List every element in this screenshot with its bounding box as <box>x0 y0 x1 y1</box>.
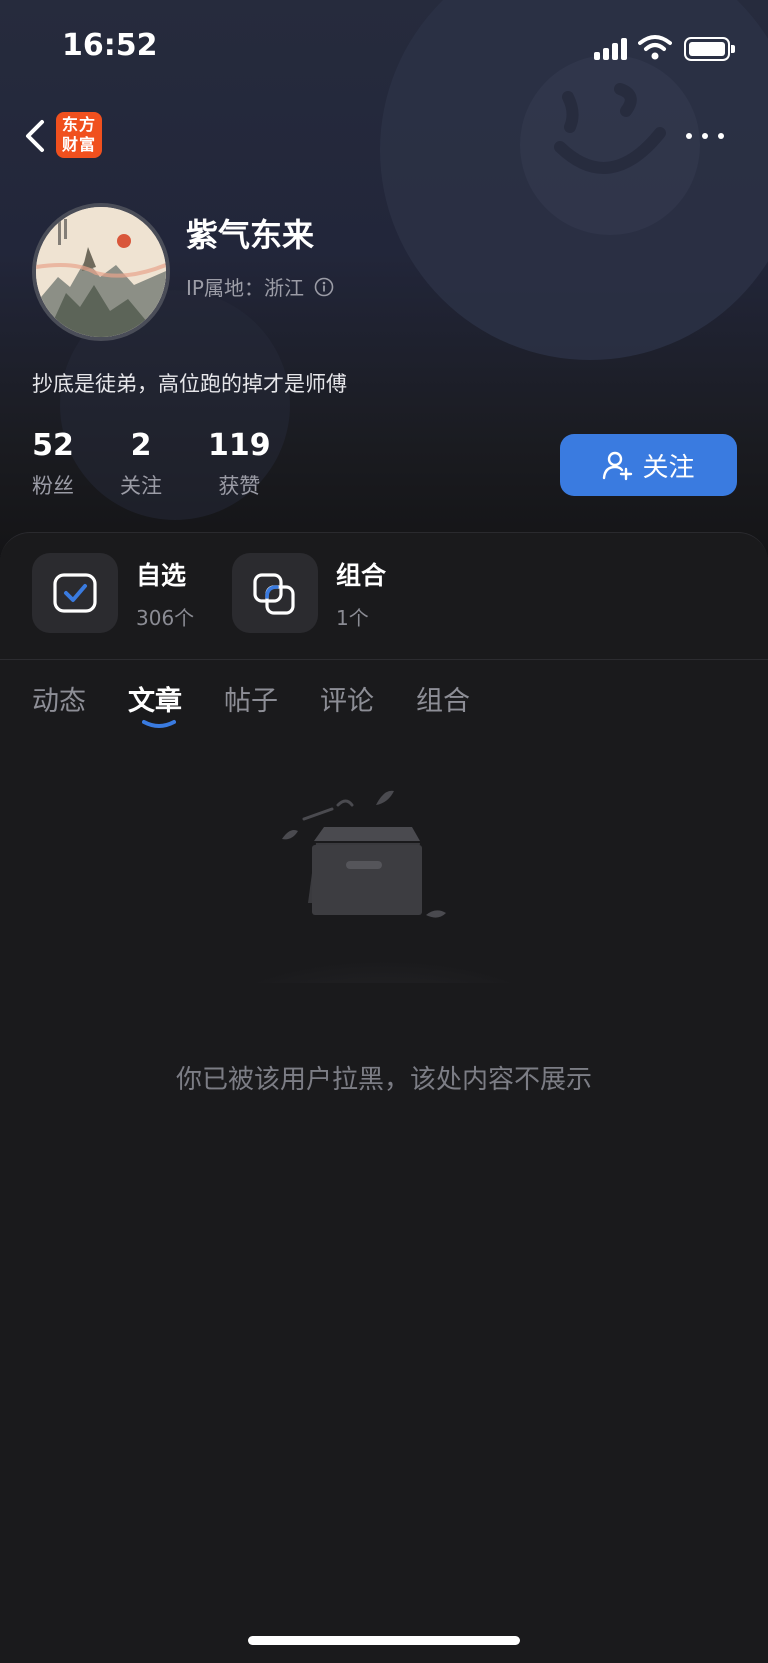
quick-link-title: 自选 <box>136 560 187 590</box>
tab-comments[interactable]: 评论 <box>320 679 374 718</box>
app-logo[interactable]: 东方 财富 <box>56 112 102 158</box>
tab-posts[interactable]: 帖子 <box>224 679 278 718</box>
home-indicator[interactable] <box>248 1636 520 1645</box>
battery-icon <box>684 37 735 61</box>
empty-state-message: 你已被该用户拉黑，该处内容不展示 <box>175 1065 592 1095</box>
status-bar: 16:52 <box>0 0 768 100</box>
content-card: 自选 306个 组合 1个 动态 文章 帖子 评论 组合 你已被该用户拉黑，该处… <box>0 532 768 1663</box>
stat-value: 52 <box>32 428 74 463</box>
follow-button-label: 关注 <box>642 452 695 483</box>
stat-following[interactable]: 2 关注 <box>120 428 162 500</box>
logo-text-line1: 东方 <box>61 115 96 134</box>
back-icon[interactable] <box>16 112 56 160</box>
stat-value: 2 <box>130 428 152 463</box>
stat-likes[interactable]: 119 获赞 <box>208 428 271 500</box>
active-tab-indicator <box>142 720 176 728</box>
quick-link-title: 组合 <box>336 560 387 590</box>
avatar[interactable] <box>32 203 170 341</box>
checkbox-icon <box>32 553 118 633</box>
divider <box>0 659 768 660</box>
username: 紫气东来 <box>186 216 315 254</box>
tab-portfolio[interactable]: 组合 <box>416 679 470 718</box>
add-user-icon <box>603 451 633 481</box>
stat-followers[interactable]: 52 粉丝 <box>32 428 74 500</box>
quick-link-portfolio[interactable]: 组合 1个 <box>232 553 386 633</box>
stat-value: 119 <box>208 428 271 463</box>
stat-label: 关注 <box>120 474 162 498</box>
quick-link-watchlist[interactable]: 自选 306个 <box>32 553 194 633</box>
tab-articles[interactable]: 文章 <box>128 679 182 728</box>
logo-text-line2: 财富 <box>61 135 96 154</box>
more-options-icon[interactable] <box>680 122 730 150</box>
empty-box-illustration <box>244 790 524 983</box>
user-bio: 抄底是徒弟，高位跑的掉才是师傅 <box>32 372 347 396</box>
tab-bar: 动态 文章 帖子 评论 组合 <box>32 679 512 728</box>
stat-label: 获赞 <box>218 474 261 498</box>
ip-location: IP属地：浙江 <box>186 276 304 300</box>
stat-label: 粉丝 <box>32 474 74 498</box>
status-time: 16:52 <box>62 28 158 63</box>
info-icon[interactable] <box>314 277 334 297</box>
stats-row: 52 粉丝 2 关注 119 获赞 <box>32 428 317 500</box>
tab-label: 文章 <box>128 686 182 717</box>
ip-location-row: IP属地：浙江 <box>186 272 334 301</box>
wifi-icon <box>638 35 672 60</box>
quick-link-count: 1个 <box>336 605 369 630</box>
follow-button[interactable]: 关注 <box>560 434 737 496</box>
portfolio-icon <box>232 553 318 633</box>
cellular-signal-icon <box>594 38 630 60</box>
tab-activity[interactable]: 动态 <box>32 679 86 718</box>
quick-link-count: 306个 <box>136 605 195 630</box>
